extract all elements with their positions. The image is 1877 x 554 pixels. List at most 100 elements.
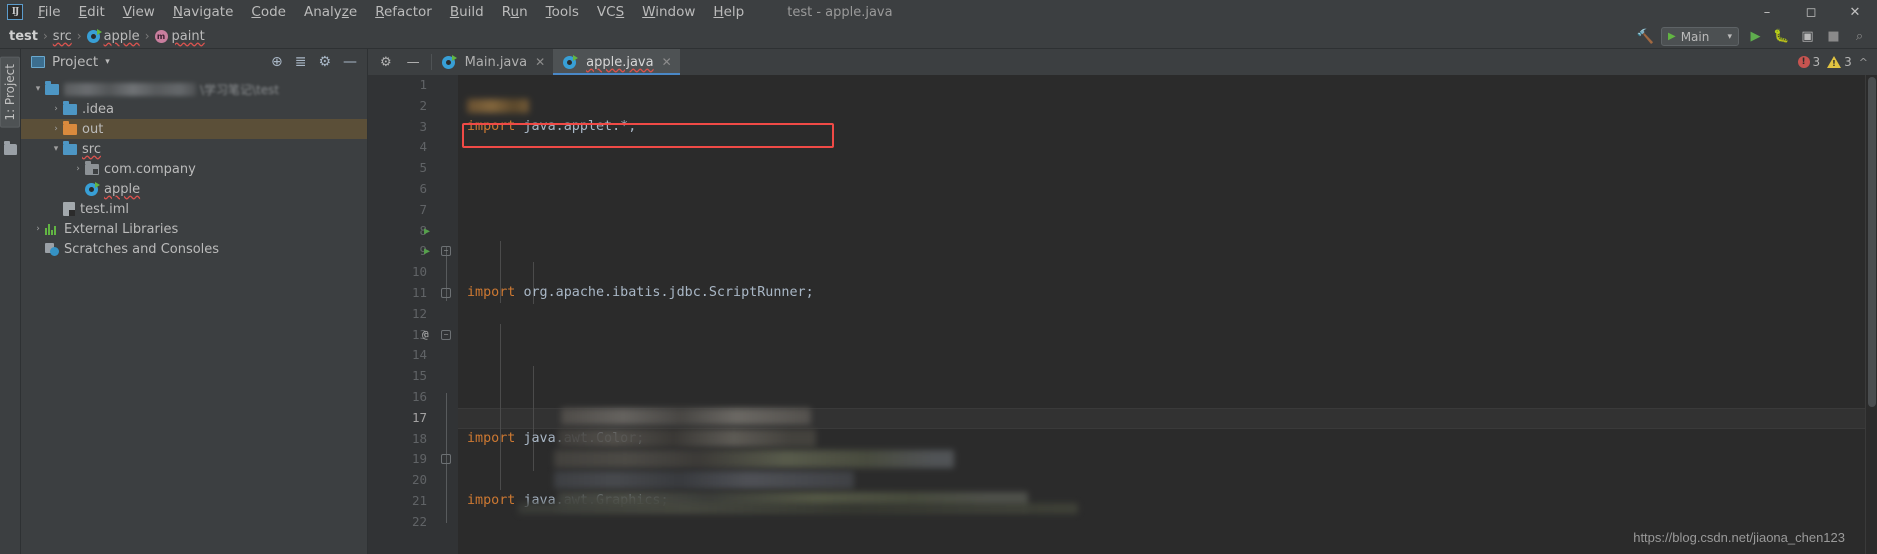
run-method-gutter-icon[interactable]: ▶ (424, 246, 430, 257)
menu-item-run[interactable]: Run (493, 1, 537, 23)
tree-item-scratches-and-consoles[interactable]: Scratches and Consoles (21, 239, 367, 259)
menu-item-analyze[interactable]: Analyze (295, 1, 366, 23)
menu-item-navigate[interactable]: Navigate (164, 1, 243, 23)
code-text-area[interactable]: import java.applet.*; import org.apache.… (458, 75, 1865, 554)
code-editor[interactable]: 1 2 3 4 5 6 7 8 ▶ 9 ▶ − 10 11 12 13 @ − … (368, 75, 1877, 554)
collapse-all-icon[interactable]: ≣ (295, 55, 307, 69)
tree-item-out[interactable]: › out (21, 119, 367, 139)
breadcrumb-item-test[interactable]: test (9, 29, 38, 44)
chevron-down-icon[interactable]: ▾ (31, 84, 45, 94)
line-number: 12 (411, 305, 427, 321)
hide-icon[interactable]: — (407, 55, 420, 70)
close-icon[interactable]: ✕ (662, 55, 672, 69)
line-number: 11 (411, 284, 427, 300)
folder-icon (45, 80, 59, 95)
locate-icon[interactable]: ⊕ (271, 55, 283, 69)
chevron-down-icon[interactable]: ▾ (49, 144, 63, 154)
tree-item-src[interactable]: ▾ src (21, 139, 367, 159)
menu-item-window[interactable]: Window (633, 1, 704, 23)
tree-item-com-company[interactable]: › com.company (21, 159, 367, 179)
minimize-icon[interactable]: – (1745, 0, 1789, 24)
menu-item-refactor[interactable]: Refactor (366, 1, 441, 23)
error-badge[interactable]: ! 3 (1797, 55, 1820, 69)
java-class-icon (441, 54, 457, 69)
inspection-widget: ! 3 3 ^ (1797, 49, 1868, 75)
scrollbar-thumb[interactable] (1867, 77, 1876, 407)
line-number: 1 (419, 77, 427, 92)
tool-window-button-project[interactable]: 1: Project (0, 57, 20, 128)
warning-count: 3 (1844, 55, 1852, 69)
redacted-code-line-14 (558, 429, 816, 447)
intellij-logo-icon: IJ (7, 4, 23, 20)
tree-item-label: com.company (104, 161, 196, 177)
run-button[interactable]: ▶ (1746, 29, 1765, 44)
menu-item-code[interactable]: Code (242, 1, 295, 23)
chevron-down-icon[interactable]: ▾ (105, 57, 110, 67)
editor-left-margin (368, 75, 396, 554)
tree-item-test-iml[interactable]: test.iml (21, 199, 367, 219)
stop-button[interactable]: ■ (1824, 29, 1843, 44)
gutter-line: 18 (396, 429, 458, 450)
fold-end-icon[interactable] (441, 287, 451, 298)
editor-scrollbar[interactable] (1865, 75, 1877, 554)
tree-item-external-libraries[interactable]: › External Libraries (21, 219, 367, 239)
breadcrumb-label: src (52, 28, 72, 44)
menu-item-view[interactable]: View (114, 1, 164, 23)
search-everywhere-icon[interactable]: ⌕ (1850, 29, 1869, 44)
redacted-code-line-15 (554, 450, 954, 468)
coverage-button[interactable]: ▣ (1798, 29, 1817, 44)
maximize-icon[interactable]: ◻ (1789, 0, 1833, 24)
editor-tab-apple-java[interactable]: apple.java ✕ (553, 49, 680, 75)
class-icon (86, 28, 102, 43)
chevron-down-icon: ▾ (1727, 31, 1732, 42)
chevron-right-icon[interactable]: › (49, 124, 63, 134)
settings-gear-icon[interactable]: ⚙ (318, 55, 331, 69)
gutter-line: 21 (396, 491, 458, 512)
run-configuration-selector[interactable]: ▶ Main ▾ (1661, 27, 1739, 46)
menu-item-build[interactable]: Build (441, 1, 493, 23)
line-number: 15 (411, 368, 427, 384)
folder-icon[interactable] (3, 140, 17, 155)
gutter-line: 12 (396, 304, 458, 325)
close-icon[interactable]: ✕ (535, 55, 545, 69)
warning-badge[interactable]: 3 (1827, 55, 1852, 69)
breadcrumb-item-paint[interactable]: m paint (154, 29, 205, 44)
breadcrumb-separator: › (42, 29, 48, 43)
build-hammer-icon[interactable]: 🔨 (1637, 29, 1654, 45)
breadcrumb-item-apple[interactable]: apple (86, 28, 140, 44)
tree-item-apple[interactable]: apple (21, 179, 367, 199)
menu-item-tools[interactable]: Tools (537, 1, 588, 23)
breadcrumb-separator: › (76, 29, 82, 43)
editor-tab-main-java[interactable]: Main.java ✕ (432, 49, 553, 75)
folder-icon-source (63, 140, 77, 155)
breadcrumb-item-src[interactable]: src (53, 29, 72, 44)
editor-tab-label: Main.java (464, 54, 528, 70)
gutter-line: 13 @ − (396, 325, 458, 346)
fold-end-icon[interactable] (441, 454, 451, 465)
gutter-line: 2 (396, 96, 458, 117)
debug-button[interactable]: 🐛 (1772, 29, 1791, 44)
fold-collapse-icon[interactable]: − (441, 246, 451, 257)
menu-item-file[interactable]: File (29, 1, 70, 23)
tree-item-project-root[interactable]: ▾ \学习笔记\test (21, 79, 367, 99)
menu-item-edit[interactable]: Edit (70, 1, 114, 23)
menu-item-help[interactable]: Help (704, 1, 753, 23)
editor-gutter[interactable]: 1 2 3 4 5 6 7 8 ▶ 9 ▶ − 10 11 12 13 @ − … (396, 75, 458, 554)
chevron-up-icon[interactable]: ^ (1859, 56, 1868, 69)
chevron-right-icon[interactable]: › (31, 224, 45, 234)
intellij-window: IJ File Edit View Navigate Code Analyze … (0, 0, 1877, 554)
left-tool-strip: 1: Project (0, 49, 21, 554)
chevron-right-icon[interactable]: › (49, 104, 63, 114)
menu-item-vcs[interactable]: VCS (588, 1, 633, 23)
tree-item-idea[interactable]: › .idea (21, 99, 367, 119)
gutter-line: 14 (396, 345, 458, 366)
redacted-code-block (561, 408, 811, 425)
fold-collapse-icon[interactable]: − (441, 329, 451, 340)
settings-gear-icon[interactable]: ⚙ (380, 55, 392, 70)
chevron-right-icon[interactable]: › (71, 164, 85, 174)
close-icon[interactable]: ✕ (1833, 0, 1877, 24)
run-class-gutter-icon[interactable]: ▶ (424, 226, 430, 237)
override-gutter-icon[interactable]: @ (422, 328, 429, 341)
hide-icon[interactable]: — (343, 55, 357, 69)
package-icon (85, 160, 99, 175)
